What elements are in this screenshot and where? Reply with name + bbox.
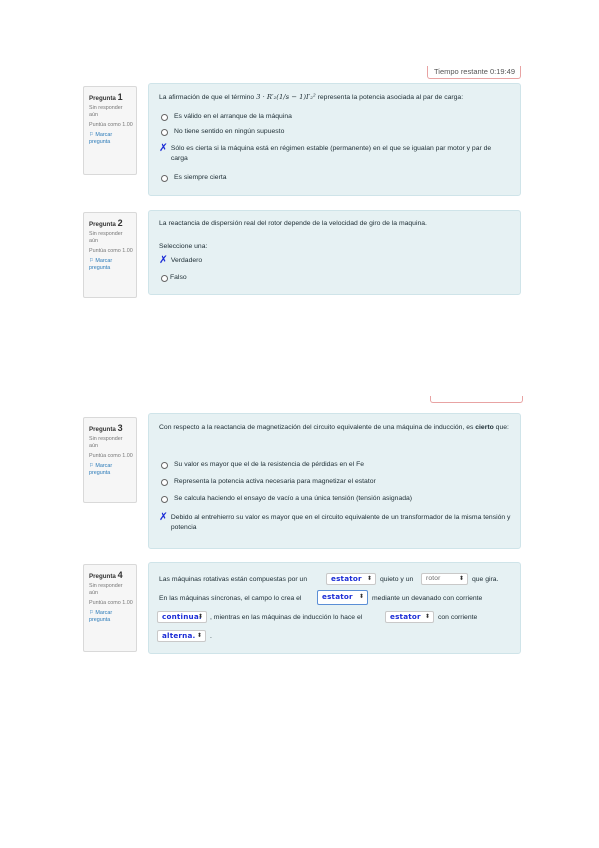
dropdown-arrow-icon: ⬍: [458, 576, 464, 582]
answer-option[interactable]: Falso: [161, 273, 187, 283]
cloze-select-4[interactable]: continua. ⬍: [157, 611, 207, 623]
cloze-select-1[interactable]: estator ⬍: [326, 573, 376, 585]
question-status: Sin responder aún: [89, 583, 123, 596]
question-text: La reactancia de dispersión real del rot…: [159, 220, 427, 227]
cloze-text: En las máquinas síncronas, el campo lo c…: [159, 595, 302, 602]
radio-button[interactable]: [161, 129, 168, 136]
cloze-select-6[interactable]: alterna. ⬍: [157, 630, 206, 642]
question-score: Puntúa como 1.00: [89, 600, 133, 606]
dropdown-arrow-icon: ⬍: [197, 614, 203, 620]
answer-option-selected[interactable]: ✗ Verdadero: [159, 254, 202, 266]
flag-icon: ⚐: [89, 258, 94, 264]
answer-option[interactable]: Es válido en el arranque de la máquina: [161, 112, 292, 122]
cloze-text: Las máquinas rotativas están compuestas …: [159, 576, 308, 583]
question-score: Puntúa como 1.00: [89, 453, 133, 459]
flag-icon: ⚐: [89, 463, 94, 469]
cloze-text: , mientras en las máquinas de inducción …: [210, 614, 363, 621]
question-score: Puntúa como 1.00: [89, 122, 133, 128]
question-status: Sin responder aún: [89, 436, 123, 449]
dropdown-arrow-icon: ⬍: [196, 633, 202, 639]
formula: 3 · R′₂(1/s − 1)I′₂²: [256, 93, 316, 101]
radio-button[interactable]: [161, 496, 168, 503]
radio-button[interactable]: [161, 462, 168, 469]
flag-icon: ⚐: [89, 132, 94, 138]
flag-icon: ⚐: [89, 610, 94, 616]
answer-option[interactable]: No tiene sentido en ningún supuesto: [161, 127, 284, 137]
flag-question-link[interactable]: ⚐ Marcar pregunta: [89, 258, 133, 272]
cloze-text: quieto y un: [380, 576, 414, 583]
question-number: Pregunta 1: [89, 92, 123, 102]
question-number: Pregunta 3: [89, 423, 123, 433]
cloze-select-3[interactable]: estator ⬍: [317, 590, 368, 605]
answer-option[interactable]: Su valor es mayor que el de la resistenc…: [161, 460, 364, 470]
x-mark-icon: ✗: [159, 254, 168, 266]
question-text: La afirmación de que el término 3 · R′₂(…: [159, 93, 464, 101]
answer-option[interactable]: Representa la potencia activa necesaria …: [161, 477, 376, 487]
question-status: Sin responder aún: [89, 231, 123, 244]
time-remaining-badge: Tiempo restante 0:19:49: [427, 66, 522, 79]
question-number: Pregunta 4: [89, 570, 123, 580]
time-remaining-badge-cropped: [430, 396, 523, 403]
radio-button[interactable]: [161, 175, 168, 182]
answer-option[interactable]: Se calcula haciendo el ensayo de vacío a…: [161, 494, 412, 504]
question-info-1: Pregunta 1 Sin responder aún Puntúa como…: [83, 86, 137, 175]
cloze-text: con corriente: [438, 614, 478, 621]
question-info-4: Pregunta 4 Sin responder aún Puntúa como…: [83, 564, 137, 652]
answer-option-selected[interactable]: ✗ Sólo es cierta si la máquina está en ré…: [159, 142, 509, 163]
flag-question-link[interactable]: ⚐ Marcar pregunta: [89, 132, 133, 146]
radio-button[interactable]: [161, 479, 168, 486]
cloze-text: .: [210, 633, 212, 640]
cloze-text: que gira.: [472, 576, 499, 583]
answer-option-selected[interactable]: ✗ Debido al entrehierro su valor es mayor…: [159, 511, 514, 532]
flag-question-link[interactable]: ⚐ Marcar pregunta: [89, 610, 133, 624]
cloze-select-5[interactable]: estator ⬍: [385, 611, 434, 623]
select-prompt: Seleccione una:: [159, 243, 208, 250]
dropdown-arrow-icon: ⬍: [358, 594, 364, 600]
question-text: Con respecto a la reactancia de magnetiz…: [159, 424, 509, 431]
dropdown-arrow-icon: ⬍: [424, 614, 430, 620]
time-remaining-label: Tiempo restante 0:19:49: [434, 67, 516, 76]
question-number: Pregunta 2: [89, 218, 123, 228]
flag-question-link[interactable]: ⚐ Marcar pregunta: [89, 463, 133, 477]
question-info-2: Pregunta 2 Sin responder aún Puntúa como…: [83, 212, 137, 298]
cloze-select-2[interactable]: rotor ⬍: [421, 573, 468, 585]
x-mark-icon: ✗: [159, 142, 168, 154]
radio-button[interactable]: [161, 114, 168, 121]
dropdown-arrow-icon: ⬍: [366, 576, 372, 582]
question-status: Sin responder aún: [89, 105, 123, 118]
answer-option[interactable]: Es siempre cierta: [161, 173, 227, 183]
radio-button[interactable]: [161, 275, 168, 282]
question-info-3: Pregunta 3 Sin responder aún Puntúa como…: [83, 417, 137, 503]
cloze-text: mediante un devanado con corriente: [372, 595, 483, 602]
question-score: Puntúa como 1.00: [89, 248, 133, 254]
x-mark-icon: ✗: [159, 511, 168, 523]
